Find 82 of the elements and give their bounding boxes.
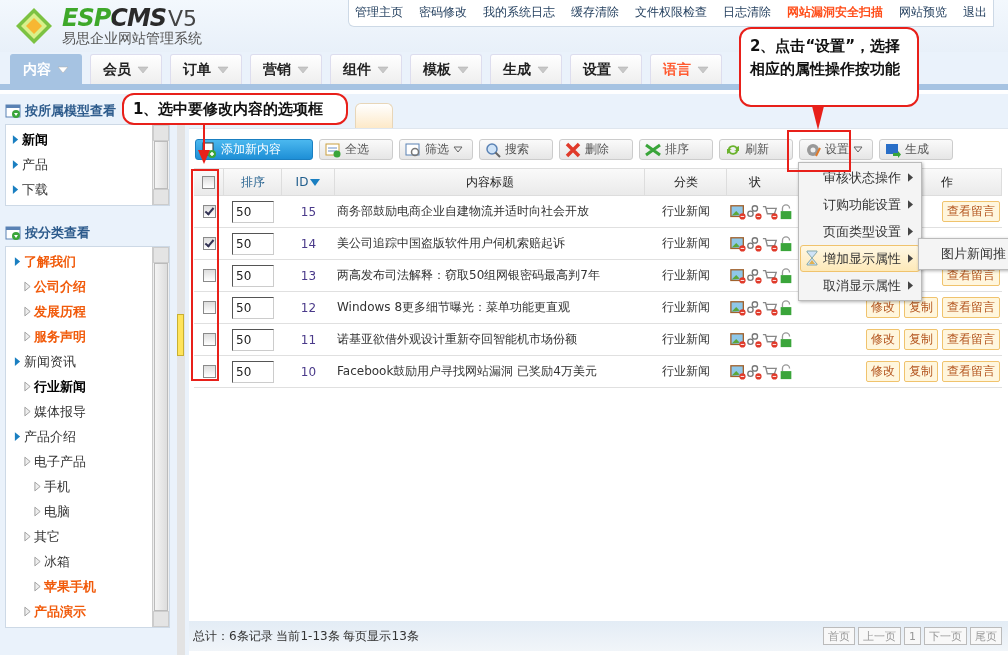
toolbar-button[interactable]: 生成 [879,139,953,160]
column-header[interactable]: 分类 [645,169,727,195]
row-action-button[interactable]: 复制 [904,329,938,350]
order-field[interactable]: 50 [232,360,274,383]
table-cell-text: 13 [299,267,318,285]
column-header[interactable]: 内容标题 [335,169,645,195]
menu-item[interactable]: 页面类型设置 [800,218,920,245]
title-link[interactable]: 商务部鼓励电商企业自建物流并适时向社会开放 [335,196,645,227]
record-summary: 总计：6条记录 当前1-13条 每页显示13条 [193,627,419,645]
row-action-button[interactable]: 查看留言 [942,361,1000,382]
title-link[interactable]: Facebook鼓励用户寻找网站漏洞 已奖励4万美元 [335,356,645,387]
category-item[interactable]: 其它 [6,524,152,549]
order-field[interactable]: 50 [232,264,274,287]
category-item[interactable]: 电子产品 [6,449,152,474]
order-field[interactable]: 50 [232,296,274,319]
row-action-button[interactable]: 修改 [866,361,900,382]
row-action-button[interactable]: 查看留言 [942,201,1000,222]
top-link[interactable]: 退出 [963,4,987,21]
top-link[interactable]: 密码修改 [419,4,467,21]
model-item[interactable]: 产品 [6,152,152,177]
order-field[interactable]: 50 [232,328,274,351]
order-field[interactable]: 50 [232,200,274,223]
row-action-button[interactable]: 修改 [866,329,900,350]
top-link[interactable]: 文件权限检查 [635,4,707,21]
category-item[interactable]: 手机 [6,474,152,499]
table-cell-text: 行业新闻 [661,235,711,252]
nav-tab[interactable]: 生成 [490,54,562,84]
category-item[interactable]: 新闻资讯 [6,349,152,374]
table-cell-text: 行业新闻 [661,203,711,220]
menu-item[interactable]: 图片新闻推 [919,245,1006,263]
nav-tab[interactable]: 营销 [250,54,322,84]
table-cell-text: 行业新闻 [661,299,711,316]
nav-tab[interactable]: 组件 [330,54,402,84]
toolbar-button[interactable]: 排序 [639,139,713,160]
table-cell-text: 15 [299,203,318,221]
toolbar-button[interactable]: 设置 [799,139,873,160]
table-cell-text: 行业新闻 [661,267,711,284]
column-header[interactable]: ID [282,169,335,195]
nav-tab[interactable]: 会员 [90,54,162,84]
toolbar-button[interactable]: 全选 [319,139,393,160]
model-item[interactable]: 新闻 [6,127,152,152]
top-link[interactable]: 日志清除 [723,4,771,21]
nav-tab[interactable]: 设置 [570,54,642,84]
table-cell-text: 10 [299,363,318,381]
model-item[interactable]: 下载 [6,177,152,202]
toolbar-button[interactable]: 删除 [559,139,633,160]
order-field[interactable]: 50 [232,232,274,255]
toolbar-button[interactable]: 刷新 [719,139,793,160]
table-cell-text: 12 [299,299,318,317]
title-link[interactable]: 美公司追踪中国盗版软件用户伺机索赔起诉 [335,228,645,259]
table-cell-text: 14 [299,235,318,253]
nav-tab[interactable]: 订单 [170,54,242,84]
table-cell-text: 行业新闻 [661,331,711,348]
top-link[interactable]: 网站预览 [899,4,947,21]
row-action-button[interactable]: 复制 [904,297,938,318]
brand-version: V5 [168,6,198,31]
category-item[interactable]: 行业新闻 [6,374,152,399]
menu-item[interactable]: 取消显示属性 [800,272,920,299]
column-header[interactable]: 排序 [224,169,282,195]
title-link[interactable]: 诺基亚欲借外观设计重新夺回智能机市场份额 [335,324,645,355]
row-action-button[interactable]: 查看留言 [942,297,1000,318]
category-item[interactable]: 媒体报导 [6,399,152,424]
category-item[interactable]: 冰箱 [6,549,152,574]
top-link[interactable]: 缓存清除 [571,4,619,21]
top-link[interactable]: 我的系统日志 [483,4,555,21]
panel-title: 按分类查看 [0,222,175,244]
row-action-button[interactable]: 查看留言 [942,329,1000,350]
toolbar-button[interactable]: 筛选 [399,139,473,160]
title-link[interactable]: Windows 8更多细节曝光：菜单功能更直观 [335,292,645,323]
toolbar-button[interactable]: 搜索 [479,139,553,160]
annotation-callout: 2、点击“设置”，选择相应的属性操作按功能 [739,27,919,107]
annotation-callout: 1、选中要修改内容的选项框 [122,93,348,125]
top-link[interactable]: 管理主页 [355,4,403,21]
row-action-button[interactable]: 复制 [904,361,938,382]
nav-tab[interactable]: 模板 [410,54,482,84]
category-item[interactable]: 电脑 [6,499,152,524]
table-cell-text: 行业新闻 [661,363,711,380]
brand-subtitle: 易思企业网站管理系统 [62,30,202,48]
table-cell-text: 11 [299,331,318,349]
category-item[interactable]: 产品介绍 [6,424,152,449]
menu-item[interactable]: 增加显示属性 [800,245,920,272]
title-link[interactable]: 两高发布司法解释：窃取50组网银密码最高判7年 [335,260,645,291]
